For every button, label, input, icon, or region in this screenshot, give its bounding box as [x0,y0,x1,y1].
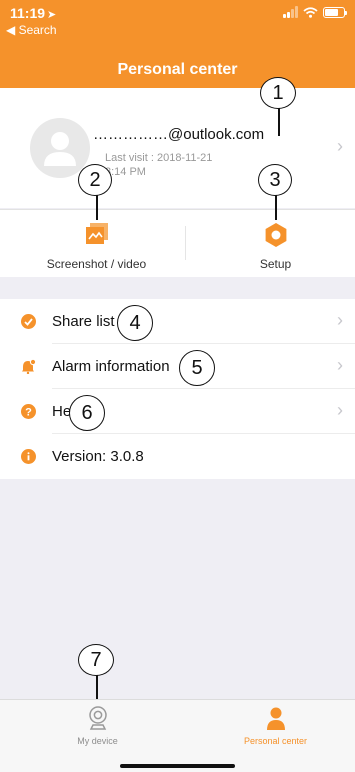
chevron-right-icon: › [337,400,343,420]
callout-5: 5 [179,350,215,386]
callout-leader [275,194,277,220]
alarm-icon [22,359,36,374]
setup-label: Setup [259,257,292,271]
header-bar: 11:19 ➤ ◀ Search Personal center [0,0,355,88]
callout-leader [96,194,98,220]
location-arrow-icon: ➤ [47,9,57,21]
chevron-right-icon: › [337,310,343,330]
quick-actions: Screenshot / video Setup [0,209,355,277]
menu-list: Share list › Alarm information › ? Help … [0,299,355,479]
version-label: Version: 3.0.8 [52,448,144,465]
menu-item-share-list[interactable]: Share list › [0,299,355,344]
profile-card[interactable]: ……………@outlook.com Last visit : 2018-11-2… [0,88,355,208]
status-time-text: 11:19 [10,5,46,21]
setup-button[interactable]: Setup [187,210,355,278]
info-icon [21,449,36,464]
tab-personal-center[interactable]: Personal center [187,700,355,750]
signal-icon [283,6,298,18]
callout-leader [96,674,98,702]
menu-item-alarm-information[interactable]: Alarm information › [0,344,355,389]
menu-item-label: Share list [52,313,115,330]
chevron-right-icon: › [337,355,343,375]
home-indicator [120,764,235,768]
last-visit-date: Last visit : 2018-11-21 [105,152,213,164]
wifi-icon [303,6,318,18]
status-indicators [283,6,347,18]
divider [185,226,186,260]
back-to-search-link[interactable]: ◀ Search [6,23,57,37]
screenshot-video-label: Screenshot / video [46,257,147,271]
share-icon [21,314,36,329]
setup-gear-icon [265,223,286,247]
callout-2: 2 [78,164,112,196]
page-title: Personal center [117,61,238,78]
callout-leader [278,106,280,136]
svg-text:?: ? [25,407,32,419]
account-email: ……………@outlook.com [93,126,265,143]
menu-item-help[interactable]: ? Help › [0,389,355,434]
callout-4: 4 [117,305,153,341]
screenshot-video-button[interactable]: Screenshot / video [8,210,185,278]
tab-label: Personal center [243,736,308,746]
menu-item-version: Version: 3.0.8 [0,434,355,479]
screenshot-video-icon [85,223,108,244]
tab-label: My device [77,736,118,746]
menu-item-label: Alarm information [52,358,170,375]
callout-1: 1 [260,77,296,109]
tab-my-device[interactable]: My device [9,700,186,750]
status-time: 11:19 ➤ [10,5,56,21]
callout-6: 6 [69,395,105,431]
person-icon [266,707,285,730]
callout-3: 3 [258,164,292,196]
camera-icon [88,706,107,730]
chevron-right-icon: › [337,136,343,156]
help-icon: ? [21,404,36,419]
tab-bar: My device Personal center [0,699,355,772]
battery-icon [323,6,347,18]
callout-7: 7 [78,644,114,676]
